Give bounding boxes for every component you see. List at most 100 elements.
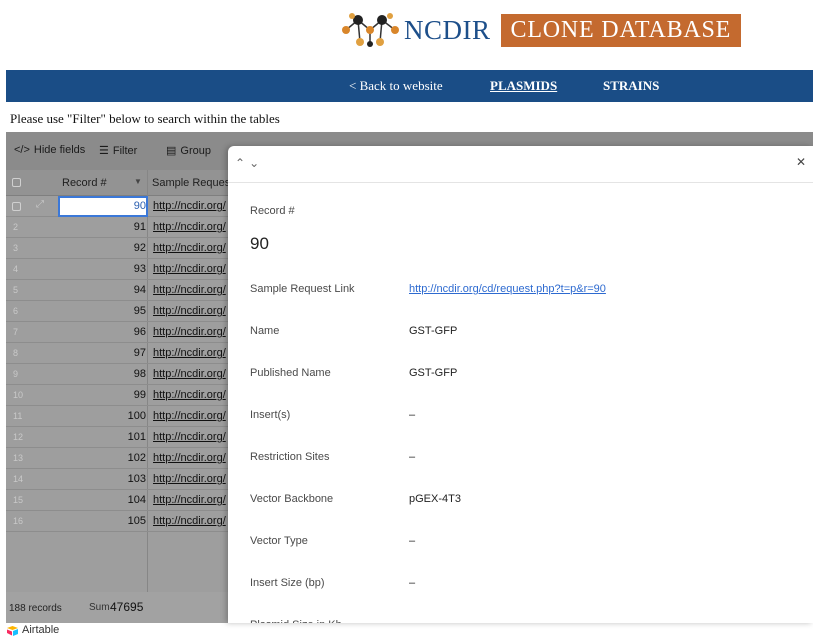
- record-number-value: 90: [250, 234, 269, 253]
- airtable-branding[interactable]: Airtable: [6, 624, 59, 636]
- cell-sample-request-link[interactable]: http://ncdir.org/: [153, 431, 226, 443]
- select-all-checkbox[interactable]: [12, 178, 21, 187]
- record-nav-arrows[interactable]: ⌃⌄: [235, 156, 263, 170]
- cell-sample-request-link[interactable]: http://ncdir.org/: [153, 347, 226, 359]
- sample-request-link[interactable]: http://ncdir.org/cd/request.php?t=p&r=90: [409, 283, 606, 295]
- logo-ncdir-text: NCDIR: [404, 14, 491, 45]
- row-number: 9: [13, 369, 19, 379]
- cell-record-number[interactable]: 99: [56, 389, 146, 401]
- table-row[interactable]: 13 102 http://ncdir.org/: [6, 448, 232, 469]
- cell-record-number[interactable]: 105: [56, 515, 146, 527]
- chevron-up-icon[interactable]: ⌃: [235, 156, 249, 170]
- sort-caret-icon[interactable]: ▼: [134, 177, 142, 186]
- group-button[interactable]: ▤ Group: [166, 144, 211, 158]
- close-icon[interactable]: ✕: [796, 155, 806, 169]
- cell-sample-request-link[interactable]: http://ncdir.org/: [153, 389, 226, 401]
- records-grid: Record # ▼ Sample Reques ⤢ 90 http://ncdir…: [6, 170, 232, 600]
- field-label: Vector Type: [250, 535, 308, 547]
- cell-sample-request-link[interactable]: http://ncdir.org/: [153, 452, 226, 464]
- row-number: 6: [13, 306, 19, 316]
- cell-record-number[interactable]: 96: [56, 326, 146, 338]
- cell-sample-request-link[interactable]: http://ncdir.org/: [153, 200, 226, 212]
- cell-sample-request-link[interactable]: http://ncdir.org/: [153, 221, 226, 233]
- row-number: 3: [13, 243, 19, 253]
- table-row[interactable]: 6 95 http://ncdir.org/: [6, 301, 232, 322]
- cell-record-number[interactable]: 94: [56, 284, 146, 296]
- row-number: 14: [13, 474, 24, 484]
- table-row[interactable]: 4 93 http://ncdir.org/: [6, 259, 232, 280]
- row-number: 16: [13, 516, 24, 526]
- cell-sample-request-link[interactable]: http://ncdir.org/: [153, 473, 226, 485]
- filter-label: Filter: [112, 144, 138, 157]
- cell-record-number[interactable]: 92: [56, 242, 146, 254]
- field-label: Plasmid Size in Kb: [250, 619, 342, 623]
- table-row[interactable]: 9 98 http://ncdir.org/: [6, 364, 232, 385]
- cell-record-number[interactable]: 98: [56, 368, 146, 380]
- cell-record-number[interactable]: 93: [56, 263, 146, 275]
- chevron-down-icon[interactable]: ⌄: [249, 156, 263, 170]
- field-value: GST-GFP: [409, 367, 458, 379]
- table-row[interactable]: 5 94 http://ncdir.org/: [6, 280, 232, 301]
- instructions-text: Please use "Filter" below to search with…: [10, 111, 280, 126]
- cell-sample-request-link[interactable]: http://ncdir.org/: [153, 326, 226, 338]
- filter-icon: ☰: [99, 145, 109, 157]
- table-row[interactable]: ⤢ 90 http://ncdir.org/: [6, 196, 232, 217]
- airtable-logo-icon: [7, 625, 18, 636]
- table-row[interactable]: 2 91 http://ncdir.org/: [6, 217, 232, 238]
- row-number: 8: [13, 348, 19, 358]
- cell-sample-request-link[interactable]: http://ncdir.org/: [153, 284, 226, 296]
- table-row[interactable]: 11 100 http://ncdir.org/: [6, 406, 232, 427]
- cell-record-number[interactable]: 97: [56, 347, 146, 359]
- field-value: –: [409, 409, 416, 421]
- cell-sample-request-link[interactable]: http://ncdir.org/: [153, 368, 226, 380]
- cell-sample-request-link[interactable]: http://ncdir.org/: [153, 242, 226, 254]
- table-row[interactable]: 3 92 http://ncdir.org/: [6, 238, 232, 259]
- table-row[interactable]: 10 99 http://ncdir.org/: [6, 385, 232, 406]
- cell-sample-request-link[interactable]: http://ncdir.org/: [153, 305, 226, 317]
- record-number-label: Record #: [250, 205, 295, 217]
- cell-sample-request-link[interactable]: http://ncdir.org/: [153, 410, 226, 422]
- site-logo[interactable]: NCDIR CLONE DATABASE: [340, 8, 742, 52]
- column-header-sample-request[interactable]: Sample Reques: [152, 177, 230, 189]
- expand-record-icon[interactable]: ⤢: [36, 199, 44, 210]
- cell-record-number[interactable]: 101: [56, 431, 146, 443]
- row-number: 7: [13, 327, 19, 337]
- table-row[interactable]: 7 96 http://ncdir.org/: [6, 322, 232, 343]
- cell-record-number[interactable]: 102: [56, 452, 146, 464]
- cell-record-number[interactable]: 100: [56, 410, 146, 422]
- cell-record-number[interactable]: 91: [56, 221, 146, 233]
- cell-sample-request-link[interactable]: http://ncdir.org/: [153, 263, 226, 275]
- group-icon: ▤: [166, 145, 177, 157]
- airtable-label: Airtable: [22, 624, 60, 636]
- nav-back-to-website[interactable]: < Back to website: [349, 78, 443, 94]
- row-number: 15: [13, 495, 24, 505]
- row-checkbox[interactable]: [12, 202, 21, 211]
- record-detail-panel: ⌃⌄ ✕ Record # 90 Sample Request Link http…: [228, 146, 813, 623]
- table-row[interactable]: 16 105 http://ncdir.org/: [6, 511, 232, 532]
- field-value: –: [409, 535, 416, 547]
- nav-strains[interactable]: STRAINS: [603, 78, 659, 94]
- table-row[interactable]: 8 97 http://ncdir.org/: [6, 343, 232, 364]
- field-label: Insert Size (bp): [250, 577, 325, 589]
- field-label: Name: [250, 325, 280, 337]
- logo-banner: CLONE DATABASE: [500, 13, 742, 47]
- table-row[interactable]: 12 101 http://ncdir.org/: [6, 427, 232, 448]
- hide-fields-button[interactable]: </> Hide fields: [14, 144, 85, 156]
- filter-button[interactable]: ☰ Filter: [99, 144, 138, 158]
- field-value: GST-GFP: [409, 325, 458, 337]
- cell-record-number[interactable]: 95: [56, 305, 146, 317]
- hide-fields-label: Hide fields: [33, 144, 86, 156]
- table-row[interactable]: 14 103 http://ncdir.org/: [6, 469, 232, 490]
- sum-label: Sum: [89, 602, 110, 613]
- cell-record-number[interactable]: 90: [56, 200, 146, 212]
- column-header-record[interactable]: Record #: [62, 177, 107, 189]
- table-row[interactable]: 15 104 http://ncdir.org/: [6, 490, 232, 511]
- field-label: Vector Backbone: [250, 493, 334, 505]
- row-number: 5: [13, 285, 19, 295]
- field-value: –: [409, 451, 416, 463]
- cell-record-number[interactable]: 103: [56, 473, 146, 485]
- nav-plasmids[interactable]: PLASMIDS: [490, 78, 557, 94]
- cell-sample-request-link[interactable]: http://ncdir.org/: [153, 494, 226, 506]
- cell-sample-request-link[interactable]: http://ncdir.org/: [153, 515, 226, 527]
- cell-record-number[interactable]: 104: [56, 494, 146, 506]
